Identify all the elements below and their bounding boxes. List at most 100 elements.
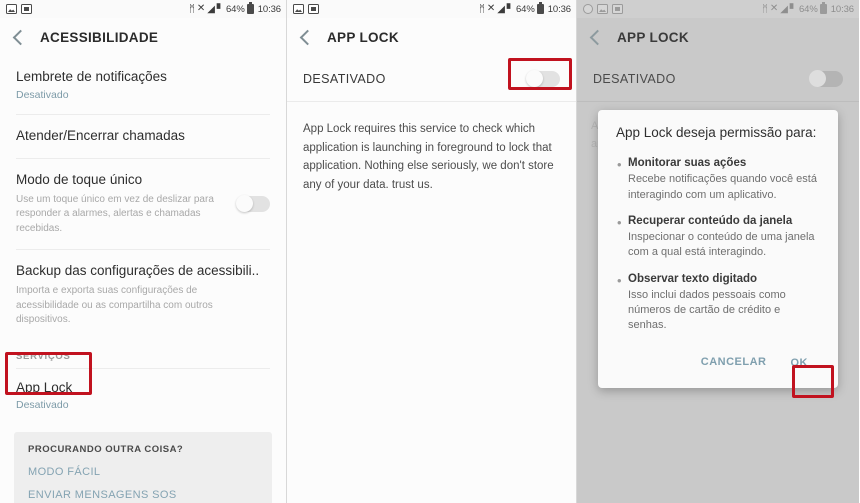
list-item-status: Desativado: [16, 399, 69, 412]
action-bar: ACESSIBILIDADE: [0, 18, 286, 56]
signal-icon: ▘: [506, 3, 514, 15]
switch-state-label: DESATIVADO: [593, 71, 676, 86]
clock: 10:36: [547, 3, 571, 15]
wifi-icon: ◢: [780, 3, 788, 15]
page-title: APP LOCK: [327, 29, 399, 45]
permission-item-body: Recuperar conteúdo da janela Inspecionar…: [628, 214, 820, 261]
three-screenshot-strip: ᛗ ✕ ◢ ▘ 64% 10:36 ACESSIBILIDADE Lembret…: [0, 0, 860, 503]
gallery-icon: [293, 4, 304, 14]
list-item-accessibility-backup[interactable]: Backup das configurações de acessibili..…: [0, 250, 286, 340]
permission-item-body: Observar texto digitado Isso inclui dado…: [628, 272, 820, 334]
gallery-icon: [597, 4, 608, 14]
status-bar-left-icons: [6, 4, 32, 14]
bluetooth-icon: ᛗ: [189, 3, 195, 15]
dialog-actions: CANCELAR OK: [616, 345, 820, 382]
list-item-title: Atender/Encerrar chamadas: [16, 127, 185, 143]
ok-button-wrapper: OK: [787, 353, 819, 372]
list-item-notification-reminder[interactable]: Lembrete de notificações Desativado: [0, 56, 286, 114]
list-item-description: Use um toque único em vez de deslizar pa…: [16, 193, 214, 234]
screen-accessibility: ᛗ ✕ ◢ ▘ 64% 10:36 ACESSIBILIDADE Lembret…: [0, 0, 287, 503]
wifi-icon: ◢: [207, 3, 215, 15]
list-item-answer-end-calls[interactable]: Atender/Encerrar chamadas: [0, 115, 286, 158]
mute-icon: ✕: [196, 3, 206, 14]
gallery-icon: [6, 4, 17, 14]
screen-app-lock-service: ᛗ ✕ ◢ ▘ 64% 10:36 APP LOCK DESATIVADO Ap…: [287, 0, 577, 503]
action-bar: APP LOCK: [577, 18, 859, 56]
permission-item-title: Recuperar conteúdo da janela: [628, 214, 793, 227]
list-item-status: Desativado: [16, 88, 69, 101]
action-bar: APP LOCK: [287, 18, 576, 56]
mute-icon: ✕: [486, 3, 496, 14]
promo-link-easy-mode[interactable]: MODO FÁCIL: [28, 466, 258, 478]
back-arrow-icon[interactable]: [589, 29, 606, 45]
toggle-knob: [236, 195, 253, 213]
mute-icon: ✕: [769, 3, 779, 14]
promo-card: PROCURANDO OUTRA COISA? MODO FÁCIL ENVIA…: [14, 432, 272, 503]
wifi-icon: ◢: [497, 3, 505, 15]
list-item-single-tap-mode[interactable]: Modo de toque único Use um toque único e…: [0, 159, 286, 249]
bullet-icon: •: [617, 156, 622, 172]
screen-permission-dialog: ᛗ ✕ ◢ ▘ 64% 10:36 APP LOCK DESATIVADO Ap…: [577, 0, 859, 503]
battery-icon: [246, 2, 254, 14]
switch-state-label: DESATIVADO: [303, 71, 386, 86]
list-item-title: Modo de toque único: [16, 171, 143, 187]
list-item-app-lock[interactable]: App Lock Desativado: [0, 369, 286, 423]
cancel-button[interactable]: CANCELAR: [697, 353, 771, 371]
signal-icon: ▘: [789, 3, 797, 15]
page-title: APP LOCK: [617, 29, 689, 45]
settings-list: Lembrete de notificações Desativado Aten…: [0, 56, 286, 503]
status-bar: ᛗ ✕ ◢ ▘ 64% 10:36: [577, 0, 859, 18]
section-header-services: SERVIÇOS: [16, 350, 71, 362]
bullet-icon: •: [617, 214, 622, 230]
toggle-knob: [809, 70, 826, 87]
battery-percent: 64%: [799, 3, 818, 15]
back-arrow-icon[interactable]: [12, 29, 29, 45]
app-lock-service-toggle: [809, 70, 843, 87]
list-item-description: Importa e exporta suas configurações de …: [16, 285, 213, 325]
permission-item-description: Recebe notificações quando você está int…: [628, 173, 817, 201]
status-bar-left-icons: [583, 4, 623, 14]
permission-item: • Recuperar conteúdo da janela Inspecion…: [616, 214, 820, 261]
chat-icon: [21, 4, 32, 14]
battery-icon: [819, 2, 827, 14]
permission-item-title: Monitorar suas ações: [628, 156, 747, 169]
list-item-title: Backup das configurações de acessibili..: [16, 263, 260, 279]
permission-item-description: Inspecionar o conteúdo de uma janela com…: [628, 231, 815, 259]
toggle-knob: [526, 70, 543, 87]
status-bar: ᛗ ✕ ◢ ▘ 64% 10:36: [287, 0, 576, 18]
circle-icon: [583, 4, 593, 14]
bluetooth-icon: ᛗ: [479, 3, 485, 15]
chat-icon: [308, 4, 319, 14]
back-arrow-icon[interactable]: [299, 29, 316, 45]
battery-percent: 64%: [226, 3, 245, 15]
permission-item-body: Monitorar suas ações Recebe notificações…: [628, 156, 820, 203]
list-item-title: App Lock: [16, 379, 73, 395]
clock: 10:36: [830, 3, 854, 15]
permission-dialog: App Lock deseja permissão para: • Monito…: [598, 110, 838, 388]
ok-button[interactable]: OK: [787, 354, 813, 372]
status-bar-right-icons: ᛗ ✕ ◢ ▘ 64% 10:36: [479, 2, 571, 15]
promo-link-sos-messages[interactable]: ENVIAR MENSAGENS SOS: [28, 489, 258, 501]
dialog-title: App Lock deseja permissão para:: [616, 125, 817, 140]
page-title: ACESSIBILIDADE: [40, 29, 159, 45]
single-tap-mode-toggle[interactable]: [236, 195, 270, 213]
service-switch-row: DESATIVADO: [577, 56, 859, 102]
bullet-icon: •: [617, 272, 622, 288]
status-bar-left-icons: [293, 4, 319, 14]
list-item-title: Lembrete de notificações: [16, 69, 167, 84]
permission-item-description: Isso inclui dados pessoais como números …: [628, 289, 786, 332]
bluetooth-icon: ᛗ: [762, 3, 768, 15]
battery-percent: 64%: [516, 3, 535, 15]
app-lock-service-toggle[interactable]: [526, 70, 560, 87]
permission-item: • Monitorar suas ações Recebe notificaçõ…: [616, 156, 820, 203]
chat-icon: [612, 4, 623, 14]
service-description: App Lock requires this service to check …: [303, 123, 554, 191]
service-switch-row[interactable]: DESATIVADO: [287, 56, 576, 102]
status-bar-right-icons: ᛗ ✕ ◢ ▘ 64% 10:36: [762, 2, 854, 15]
status-bar: ᛗ ✕ ◢ ▘ 64% 10:36: [0, 0, 286, 18]
promo-title: PROCURANDO OUTRA COISA?: [28, 444, 184, 456]
status-bar-right-icons: ᛗ ✕ ◢ ▘ 64% 10:36: [189, 2, 281, 15]
signal-icon: ▘: [216, 3, 224, 15]
battery-icon: [536, 2, 544, 14]
permission-item-title: Observar texto digitado: [628, 272, 758, 285]
